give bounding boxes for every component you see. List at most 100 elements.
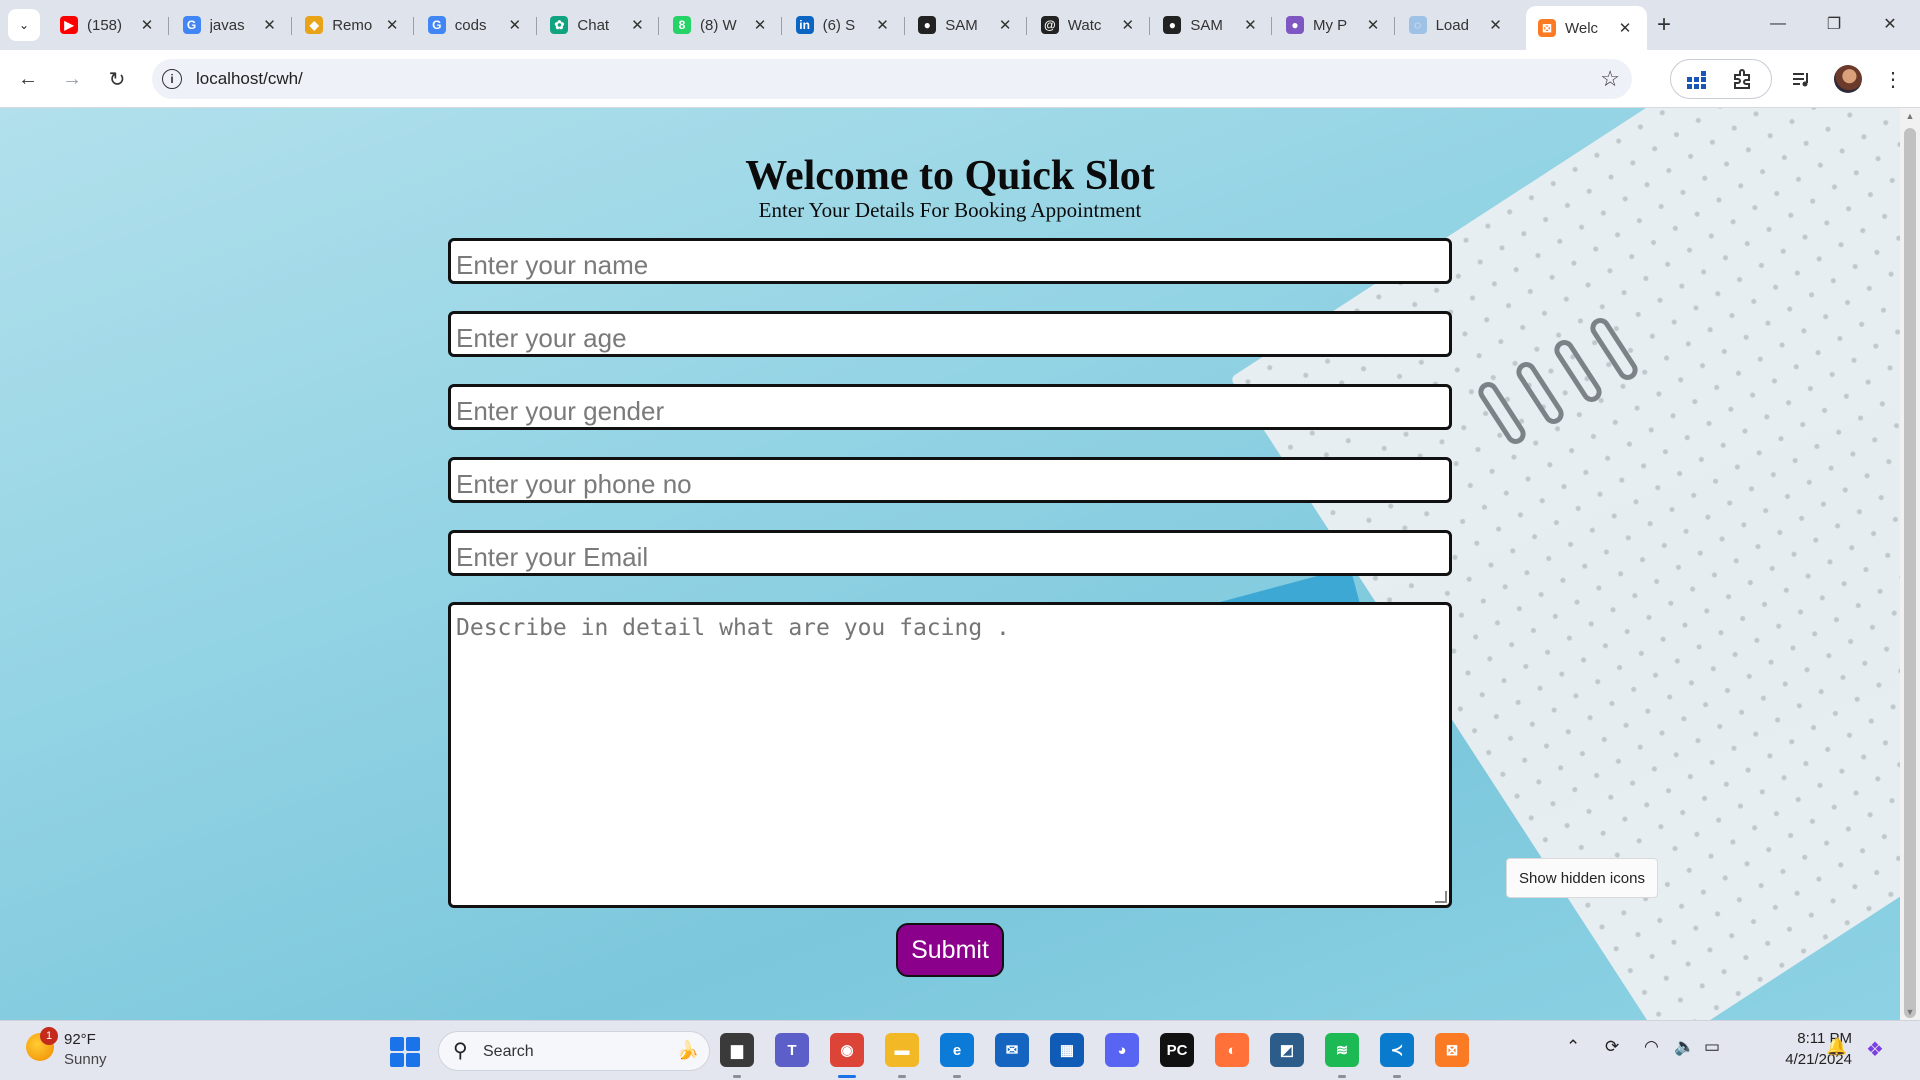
bookmark-star-icon[interactable]: ☆ <box>1600 66 1620 92</box>
copilot-icon[interactable]: ❖ <box>1866 1037 1884 1062</box>
volume-icon[interactable]: 🔈 <box>1674 1037 1695 1057</box>
tab-separator <box>413 17 415 35</box>
tab-close-icon[interactable]: ✕ <box>750 16 770 34</box>
taskbar-search-label: Search <box>483 1043 534 1060</box>
app-grid-extension-icon[interactable] <box>1681 64 1711 94</box>
tab-title: javas <box>209 16 245 34</box>
submit-button[interactable]: Submit <box>896 923 1004 977</box>
tab-title: Load <box>1435 16 1469 34</box>
weather-condition[interactable]: Sunny <box>64 1051 107 1068</box>
discord-icon[interactable]: ◕ <box>1105 1033 1139 1067</box>
tab-separator <box>290 17 292 35</box>
spotify-icon[interactable]: ≋ <box>1325 1033 1359 1067</box>
tab-close-icon[interactable]: ✕ <box>505 16 525 34</box>
browser-tab[interactable]: in (6) S ✕ <box>784 8 905 42</box>
minimize-button[interactable]: — <box>1750 6 1806 42</box>
age-placeholder: Enter your age <box>456 323 627 353</box>
browser-tab[interactable]: ◆ Remo ✕ <box>293 8 415 42</box>
browser-tab[interactable]: ● SAM ✕ <box>906 8 1028 42</box>
browser-tab[interactable]: Gjavas ✕ <box>171 8 292 42</box>
tab-close-icon[interactable]: ✕ <box>1615 19 1635 37</box>
tab-close-icon[interactable]: ✕ <box>1486 16 1506 34</box>
scrollbar-thumb[interactable] <box>1904 128 1916 1018</box>
address-url[interactable]: localhost/cwh/ <box>196 69 303 89</box>
taskbar-search-box[interactable]: ⚲ Search 🍌 <box>438 1031 710 1071</box>
browser-tab[interactable]: ✿ Chat ✕ <box>538 8 660 42</box>
notification-bell-icon[interactable]: 🔔 <box>1826 1037 1847 1057</box>
tab-close-icon[interactable]: ✕ <box>260 16 280 34</box>
window-close-button[interactable]: ✕ <box>1862 6 1918 42</box>
site-info-icon[interactable]: i <box>162 69 182 89</box>
media-control-icon[interactable] <box>1786 64 1816 94</box>
extensions-puzzle-icon[interactable] <box>1727 64 1757 94</box>
pycharm-icon[interactable]: PC <box>1160 1033 1194 1067</box>
whatsapp-icon: 8 <box>673 16 691 34</box>
firefox-icon[interactable]: ◐ <box>1215 1033 1249 1067</box>
age-input[interactable]: Enter your age <box>448 311 1452 357</box>
teams-icon[interactable]: T <box>775 1033 809 1067</box>
email-input[interactable]: Enter your Email <box>448 530 1452 576</box>
resize-grip-icon[interactable] <box>1435 891 1447 903</box>
tab-close-icon[interactable]: ✕ <box>1363 16 1383 34</box>
browser-tab[interactable]: Gcods ✕ <box>416 8 537 42</box>
browser-tab[interactable]: @ Watc ✕ <box>1029 8 1150 42</box>
forward-button[interactable]: → <box>56 63 88 95</box>
tab-close-icon[interactable]: ✕ <box>137 16 157 34</box>
new-tab-button[interactable]: + <box>1648 9 1680 41</box>
page-scrollbar[interactable]: ▲ ▼ <box>1900 108 1920 1020</box>
file-explorer-icon[interactable]: ▆ <box>720 1033 754 1067</box>
tab-separator <box>903 17 905 35</box>
chrome-menu-icon[interactable]: ⋮ <box>1878 64 1908 94</box>
tab-close-icon[interactable]: ✕ <box>1240 16 1260 34</box>
mail-icon[interactable]: ✉ <box>995 1033 1029 1067</box>
tab-search-button[interactable]: ⌄ <box>8 9 40 41</box>
show-hidden-icons-chevron-icon[interactable]: ⌃ <box>1566 1037 1580 1057</box>
phone-input[interactable]: Enter your phone no <box>448 457 1452 503</box>
weather-temperature[interactable]: 92°F <box>64 1031 96 1048</box>
google-icon: G <box>182 16 201 34</box>
reload-button[interactable]: ↻ <box>101 63 133 95</box>
description-placeholder: Describe in detail what are you facing . <box>456 615 1010 641</box>
course-icon: ◆ <box>305 16 324 34</box>
folder-icon[interactable]: ▬ <box>885 1033 919 1067</box>
windows-taskbar: 1 92°F Sunny ⚲ Search 🍌 ▆ T ◉ ▬ e ✉ ▦ ◕ PC ◐ ◩ ≋ ≺ ⊠ … <box>0 1020 1920 1080</box>
description-textarea[interactable]: Describe in detail what are you facing . <box>448 602 1452 908</box>
tab-close-icon[interactable]: ✕ <box>627 16 647 34</box>
tab-separator <box>1026 17 1028 35</box>
windows-start-icon[interactable] <box>390 1037 420 1067</box>
wifi-icon[interactable]: ◠ <box>1644 1037 1659 1057</box>
page-title: Welcome to Quick Slot <box>745 153 1155 199</box>
weather-notification-badge: 1 <box>40 1027 58 1045</box>
tab-title: Chat <box>577 16 610 34</box>
back-button[interactable]: ← <box>12 63 44 95</box>
browser-tab[interactable]: ⊠ Welc ✕ <box>1526 6 1647 50</box>
tab-close-icon[interactable]: ✕ <box>995 16 1015 34</box>
browser-tab[interactable]: ● My P ✕ <box>1274 8 1395 42</box>
tab-separator <box>781 17 782 35</box>
xampp-icon[interactable]: ⊠ <box>1435 1033 1469 1067</box>
tab-close-icon[interactable]: ✕ <box>873 16 893 34</box>
address-bar[interactable]: i localhost/cwh/ ☆ <box>152 59 1632 99</box>
chatgpt-icon: ✿ <box>550 16 569 34</box>
browser-tab[interactable]: ▶ (158) ✕ <box>48 8 169 42</box>
browser-tab[interactable]: ● SAM ✕ <box>1151 8 1273 42</box>
vscode-icon[interactable]: ≺ <box>1380 1033 1414 1067</box>
tab-close-icon[interactable]: ✕ <box>382 16 402 34</box>
mysql-workbench-icon[interactable]: ◩ <box>1270 1033 1304 1067</box>
restore-button[interactable]: ❐ <box>1806 6 1862 42</box>
browser-tab[interactable]: 8 (8) W ✕ <box>661 8 782 42</box>
scroll-down-arrow-icon[interactable]: ▼ <box>1904 1007 1916 1017</box>
gender-placeholder: Enter your gender <box>456 396 665 426</box>
profile-avatar[interactable] <box>1834 65 1862 93</box>
gender-input[interactable]: Enter your gender <box>448 384 1452 430</box>
browser-tab[interactable]: ◌ Load ✕ <box>1397 8 1518 42</box>
sync-icon[interactable]: ⟳ <box>1605 1037 1619 1057</box>
name-input[interactable]: Enter your name <box>448 238 1452 284</box>
edge-icon[interactable]: e <box>940 1033 974 1067</box>
store-icon[interactable]: ▦ <box>1050 1033 1084 1067</box>
chrome-icon[interactable]: ◉ <box>830 1033 864 1067</box>
tab-close-icon[interactable]: ✕ <box>1118 16 1138 34</box>
scroll-up-arrow-icon[interactable]: ▲ <box>1904 111 1916 121</box>
github-icon: ● <box>918 16 937 34</box>
battery-icon[interactable]: ▭ <box>1704 1037 1720 1057</box>
